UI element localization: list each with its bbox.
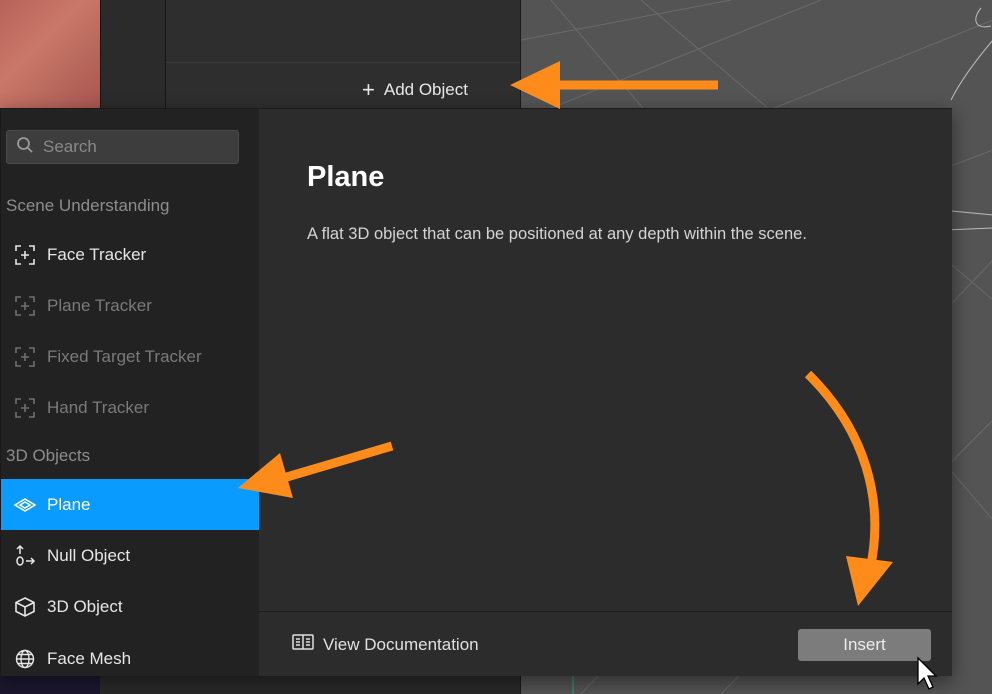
view-documentation-label: View Documentation [323, 634, 479, 654]
search-box[interactable] [6, 130, 239, 164]
face-mesh-icon [13, 647, 37, 671]
timeline-strip [0, 676, 520, 694]
plane-tracker-icon [13, 294, 37, 318]
cube-icon [13, 595, 37, 619]
list-item-null-object[interactable]: Null Object [1, 530, 259, 581]
add-object-button[interactable]: + Add Object [362, 76, 468, 104]
insert-button[interactable]: Insert [798, 629, 931, 661]
toolbar-strip [100, 0, 166, 108]
fixed-target-tracker-icon [13, 345, 37, 369]
view-documentation-link[interactable]: View Documentation [291, 632, 479, 657]
scene-panel-divider [166, 62, 520, 63]
list-item-fixed-target-tracker[interactable]: Fixed Target Tracker [1, 331, 259, 382]
asset-thumbnail[interactable] [0, 0, 100, 108]
section-title-3d-objects: 3D Objects [6, 446, 91, 465]
list-item-label: 3D Object [47, 596, 123, 616]
list-item-label: Null Object [47, 545, 131, 565]
add-object-label: Add Object [383, 80, 468, 99]
null-object-icon [13, 544, 37, 568]
plane-icon [13, 493, 37, 517]
plus-icon: + [362, 77, 375, 102]
list-item-hand-tracker[interactable]: Hand Tracker [1, 382, 259, 433]
search-input[interactable] [43, 137, 233, 157]
dialog-footer: View Documentation Insert [259, 611, 952, 676]
detail-description: A flat 3D object that can be positioned … [307, 225, 807, 243]
face-tracker-icon [13, 243, 37, 267]
app-window: + Add Object Scene Understanding Face Tr… [0, 0, 992, 694]
asset-thumbnail-2[interactable] [0, 676, 100, 694]
hand-tracker-icon [13, 396, 37, 420]
book-icon [291, 632, 315, 657]
search-icon [16, 136, 34, 159]
list-item-label: Face Mesh [47, 648, 132, 668]
list-item-face-tracker[interactable]: Face Tracker [1, 229, 259, 280]
list-item-label: Fixed Target Tracker [47, 346, 202, 366]
list-item-3d-object[interactable]: 3D Object [1, 581, 259, 632]
list-item-face-mesh[interactable]: Face Mesh [1, 633, 259, 676]
section-title-scene-understanding: Scene Understanding [6, 196, 170, 215]
list-item-plane[interactable]: Plane [1, 479, 259, 530]
list-item-label: Plane [47, 494, 91, 514]
list-item-plane-tracker[interactable]: Plane Tracker [1, 280, 259, 331]
object-sidebar: Scene Understanding Face Tracker Plane T… [1, 109, 259, 676]
detail-panel: Plane A flat 3D object that can be posit… [259, 109, 952, 676]
list-item-label: Plane Tracker [47, 295, 152, 315]
detail-title: Plane [307, 161, 385, 193]
add-object-dialog: Scene Understanding Face Tracker Plane T… [0, 108, 952, 676]
list-item-label: Hand Tracker [47, 397, 150, 417]
list-item-label: Face Tracker [47, 244, 147, 264]
